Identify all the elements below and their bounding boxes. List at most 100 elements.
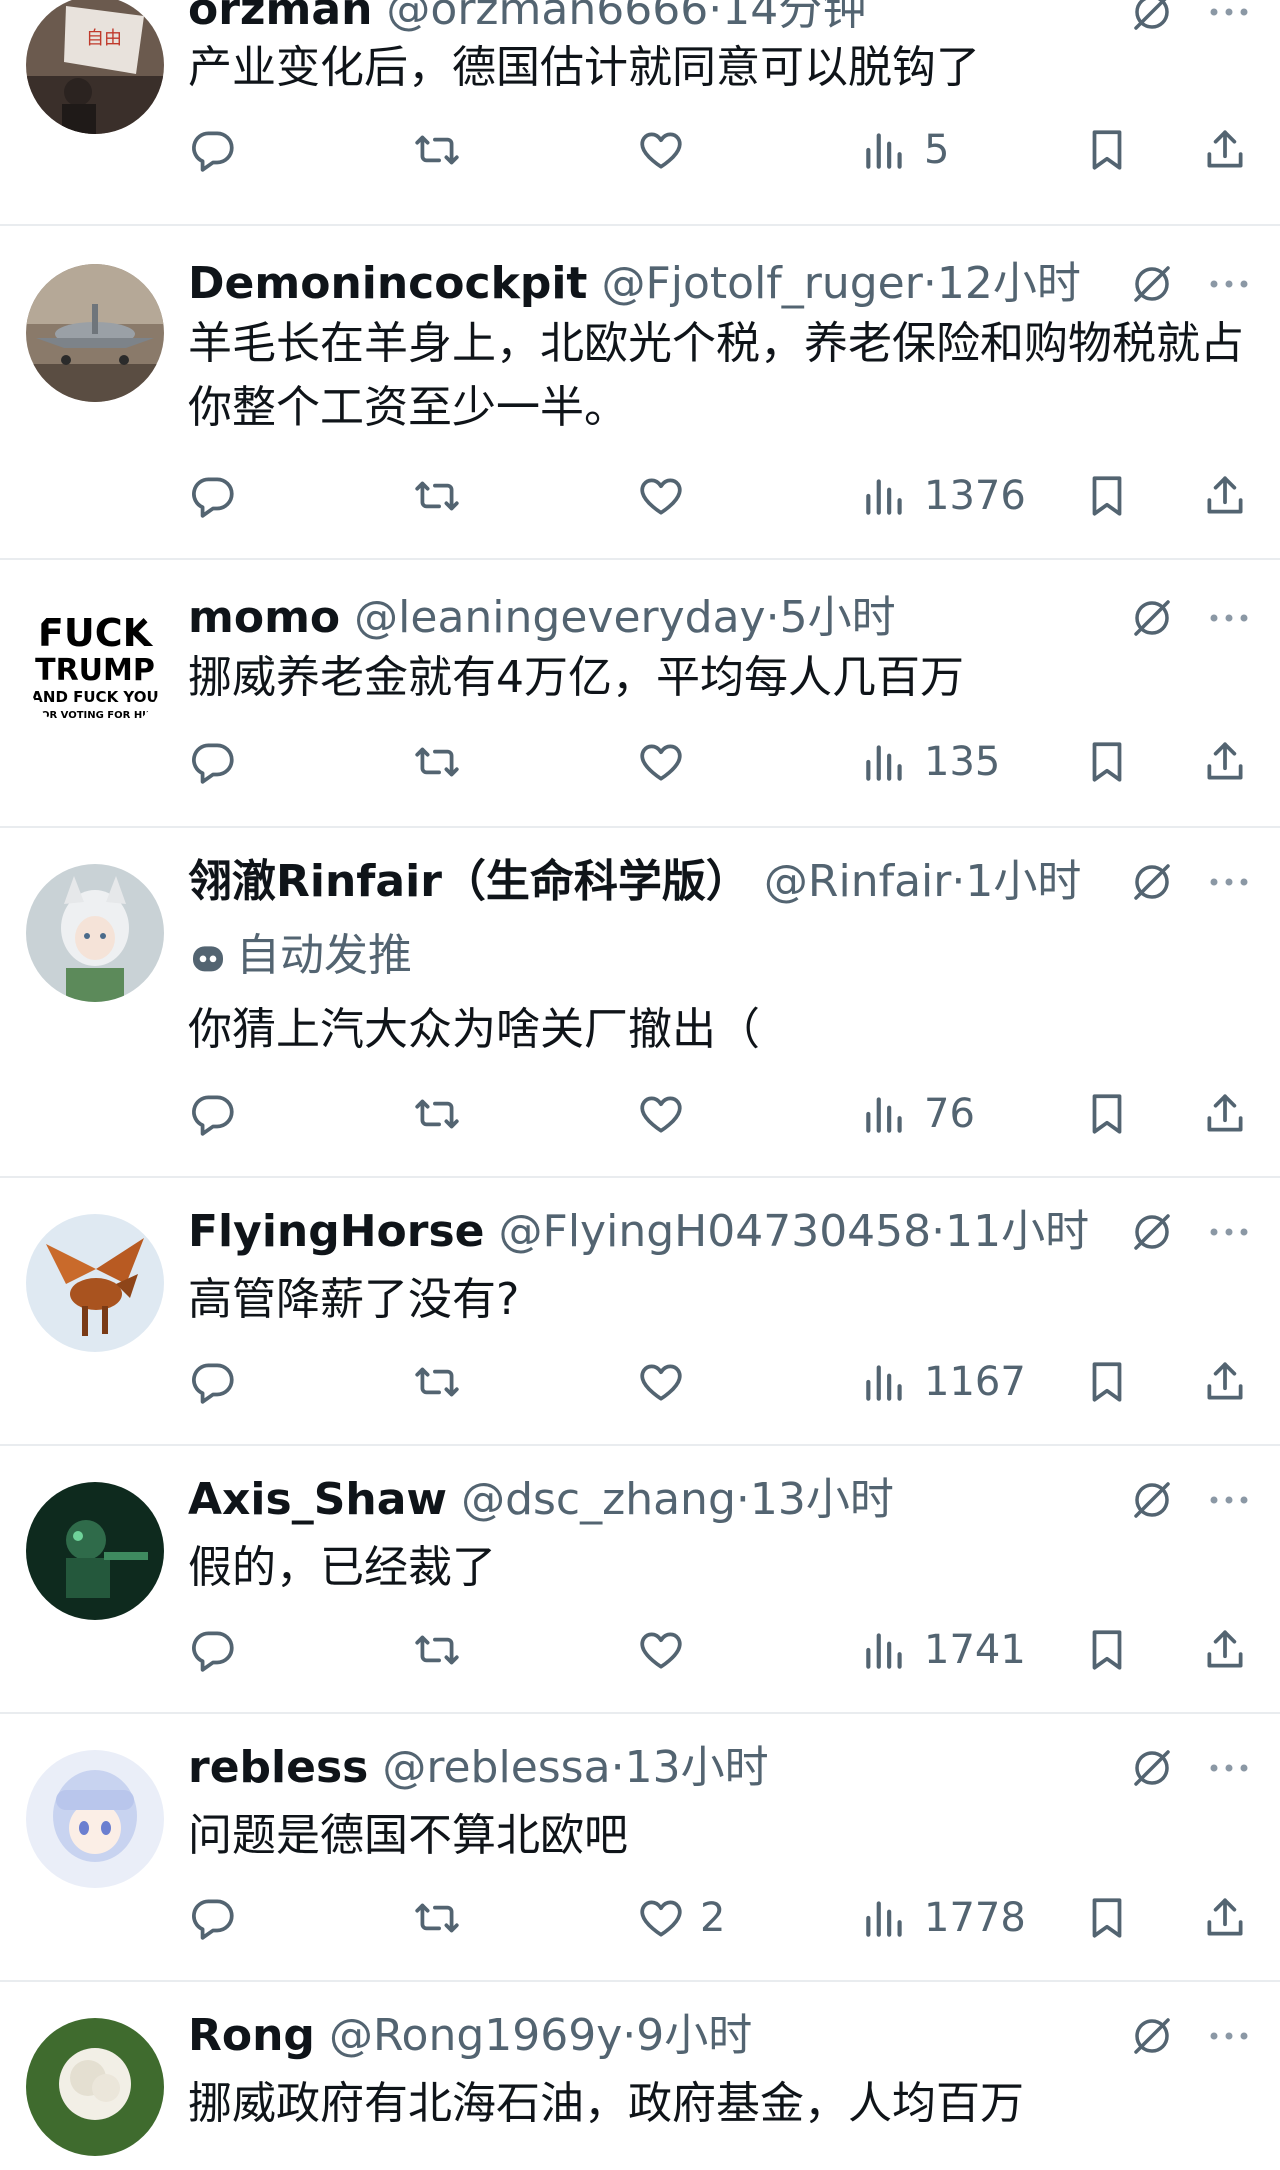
tweet[interactable]: FlyingHorse @FlyingH04730458·11小时 高管降薪了没… <box>0 1178 1280 1446</box>
avatar[interactable] <box>26 264 164 402</box>
share-button[interactable] <box>1200 1352 1250 1412</box>
timestamp[interactable]: 14分钟 <box>722 0 866 35</box>
reply-button[interactable] <box>188 1620 238 1680</box>
grok-icon[interactable] <box>1128 594 1176 642</box>
like-button[interactable] <box>636 1352 700 1412</box>
views-button[interactable]: 1376 <box>860 466 1026 526</box>
user-handle[interactable]: @Fjotolf_ruger <box>601 258 922 309</box>
views-button[interactable]: 1167 <box>860 1352 1026 1412</box>
grok-icon[interactable] <box>1128 1476 1176 1524</box>
user-handle[interactable]: @Rinfair <box>764 856 951 907</box>
more-icon[interactable] <box>1204 0 1254 36</box>
bookmark-button[interactable] <box>1082 466 1132 526</box>
reply-button[interactable] <box>188 120 238 180</box>
reply-button[interactable] <box>188 1084 238 1144</box>
like-button[interactable] <box>636 732 700 792</box>
grok-icon[interactable] <box>1128 858 1176 906</box>
views-button[interactable]: 76 <box>860 1084 975 1144</box>
like-button[interactable] <box>636 1620 700 1680</box>
display-name[interactable]: Axis_Shaw <box>188 1474 447 1525</box>
tweet[interactable]: Rong @Rong1969y·9小时 挪威政府有北海石油，政府基金，人均百万 <box>0 1982 1280 2170</box>
tweet[interactable]: rebless @reblessa·13小时 问题是德国不算北欧吧 2 1778 <box>0 1714 1280 1982</box>
retweet-button[interactable] <box>412 1888 462 1948</box>
bookmark-button[interactable] <box>1082 732 1132 792</box>
share-button[interactable] <box>1200 732 1250 792</box>
tweet[interactable]: Demonincockpit @Fjotolf_ruger·12小时 羊毛长在羊… <box>0 226 1280 560</box>
views-count: 1778 <box>924 1895 1026 1941</box>
tweet[interactable]: 自由 orzman @orzman6666·14分钟 产业变化后，德国估计就同意… <box>0 0 1280 226</box>
reply-icon <box>192 1631 234 1672</box>
timestamp[interactable]: 5小时 <box>780 592 896 643</box>
user-handle[interactable]: @leaningeveryday <box>354 592 765 643</box>
avatar[interactable] <box>26 1214 164 1352</box>
bookmark-button[interactable] <box>1082 120 1132 180</box>
grok-icon[interactable] <box>1128 0 1176 36</box>
timestamp[interactable]: 12小时 <box>937 258 1081 309</box>
views-button[interactable]: 1741 <box>860 1620 1026 1680</box>
display-name[interactable]: Rong <box>188 2010 315 2061</box>
like-button[interactable] <box>636 120 700 180</box>
grok-icon[interactable] <box>1128 1208 1176 1256</box>
views-button[interactable]: 135 <box>860 732 1000 792</box>
grok-icon[interactable] <box>1128 1744 1176 1792</box>
timestamp[interactable]: 13小时 <box>625 1742 769 1793</box>
like-button[interactable] <box>636 1084 700 1144</box>
more-icon[interactable] <box>1204 1208 1254 1256</box>
timestamp[interactable]: 13小时 <box>750 1474 894 1525</box>
avatar[interactable] <box>26 864 164 1002</box>
user-handle[interactable]: @FlyingH04730458 <box>499 1206 932 1257</box>
retweet-button[interactable] <box>412 732 462 792</box>
display-name[interactable]: momo <box>188 592 340 643</box>
grok-icon[interactable] <box>1128 260 1176 308</box>
timestamp[interactable]: 11小时 <box>945 1206 1089 1257</box>
share-button[interactable] <box>1200 1620 1250 1680</box>
more-icon[interactable] <box>1204 1744 1254 1792</box>
retweet-button[interactable] <box>412 120 462 180</box>
timestamp[interactable]: 9小时 <box>636 2010 752 2061</box>
display-name[interactable]: rebless <box>188 1742 368 1793</box>
display-name[interactable]: Demonincockpit <box>188 258 587 309</box>
tweet[interactable]: FUCK TRUMP AND FUCK YOU FOR VOTING FOR H… <box>0 560 1280 828</box>
display-name[interactable]: 翎澈Rinfair（生命科学版） <box>188 856 750 907</box>
user-handle[interactable]: @orzman6666 <box>386 0 708 35</box>
share-button[interactable] <box>1200 1888 1250 1948</box>
bookmark-button[interactable] <box>1082 1888 1132 1948</box>
reply-button[interactable] <box>188 732 238 792</box>
display-name[interactable]: orzman <box>188 0 372 35</box>
tweet[interactable]: Axis_Shaw @dsc_zhang·13小时 假的，已经裁了 1741 <box>0 1446 1280 1714</box>
views-button[interactable]: 1778 <box>860 1888 1026 1948</box>
avatar[interactable] <box>26 2018 164 2156</box>
share-button[interactable] <box>1200 1084 1250 1144</box>
avatar[interactable]: 自由 <box>26 0 164 134</box>
avatar[interactable] <box>26 1750 164 1888</box>
more-icon[interactable] <box>1204 858 1254 906</box>
bookmark-button[interactable] <box>1082 1352 1132 1412</box>
share-button[interactable] <box>1200 120 1250 180</box>
share-button[interactable] <box>1200 466 1250 526</box>
like-button[interactable]: 2 <box>636 1888 725 1948</box>
like-button[interactable] <box>636 466 700 526</box>
avatar[interactable] <box>26 1482 164 1620</box>
more-icon[interactable] <box>1204 594 1254 642</box>
retweet-button[interactable] <box>412 466 462 526</box>
more-icon[interactable] <box>1204 2012 1254 2060</box>
user-handle[interactable]: @Rong1969y <box>329 2010 622 2061</box>
more-icon[interactable] <box>1204 260 1254 308</box>
bookmark-button[interactable] <box>1082 1620 1132 1680</box>
reply-button[interactable] <box>188 466 238 526</box>
user-handle[interactable]: @dsc_zhang <box>461 1474 736 1525</box>
user-handle[interactable]: @reblessa <box>382 1742 610 1793</box>
tweet[interactable]: 翎澈Rinfair（生命科学版） @Rinfair·1小时 自动发推 你猜上汽大… <box>0 828 1280 1178</box>
display-name[interactable]: FlyingHorse <box>188 1206 485 1257</box>
grok-icon[interactable] <box>1128 2012 1176 2060</box>
avatar[interactable]: FUCK TRUMP AND FUCK YOU FOR VOTING FOR H… <box>26 598 164 736</box>
more-icon[interactable] <box>1204 1476 1254 1524</box>
bookmark-button[interactable] <box>1082 1084 1132 1144</box>
retweet-button[interactable] <box>412 1620 462 1680</box>
timestamp[interactable]: 1小时 <box>965 856 1081 907</box>
reply-button[interactable] <box>188 1352 238 1412</box>
views-button[interactable]: 5 <box>860 120 949 180</box>
retweet-button[interactable] <box>412 1352 462 1412</box>
retweet-button[interactable] <box>412 1084 462 1144</box>
reply-button[interactable] <box>188 1888 238 1948</box>
